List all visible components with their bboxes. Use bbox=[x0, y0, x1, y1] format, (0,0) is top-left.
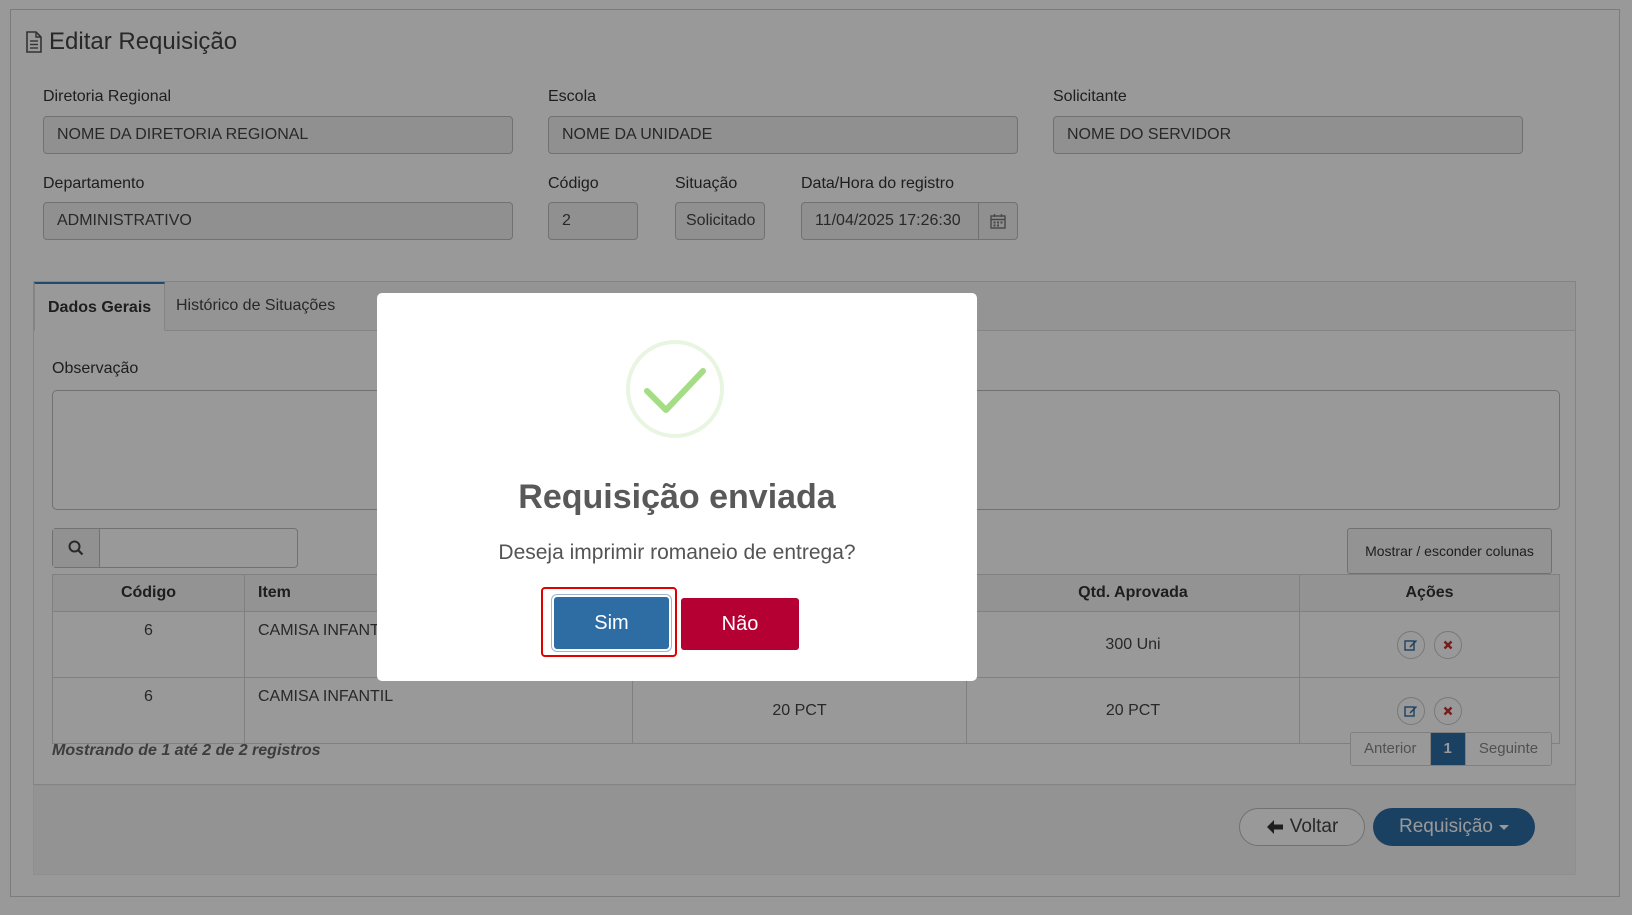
cancel-nao-button[interactable]: Não bbox=[681, 598, 799, 650]
modal-title: Requisição enviada bbox=[518, 478, 836, 516]
modal-text: Deseja imprimir romaneio de entrega? bbox=[498, 541, 856, 564]
success-check-icon bbox=[626, 340, 724, 438]
confirmation-modal: Requisição enviada Deseja imprimir roman… bbox=[377, 293, 977, 681]
confirm-sim-button[interactable]: Sim bbox=[554, 597, 669, 649]
